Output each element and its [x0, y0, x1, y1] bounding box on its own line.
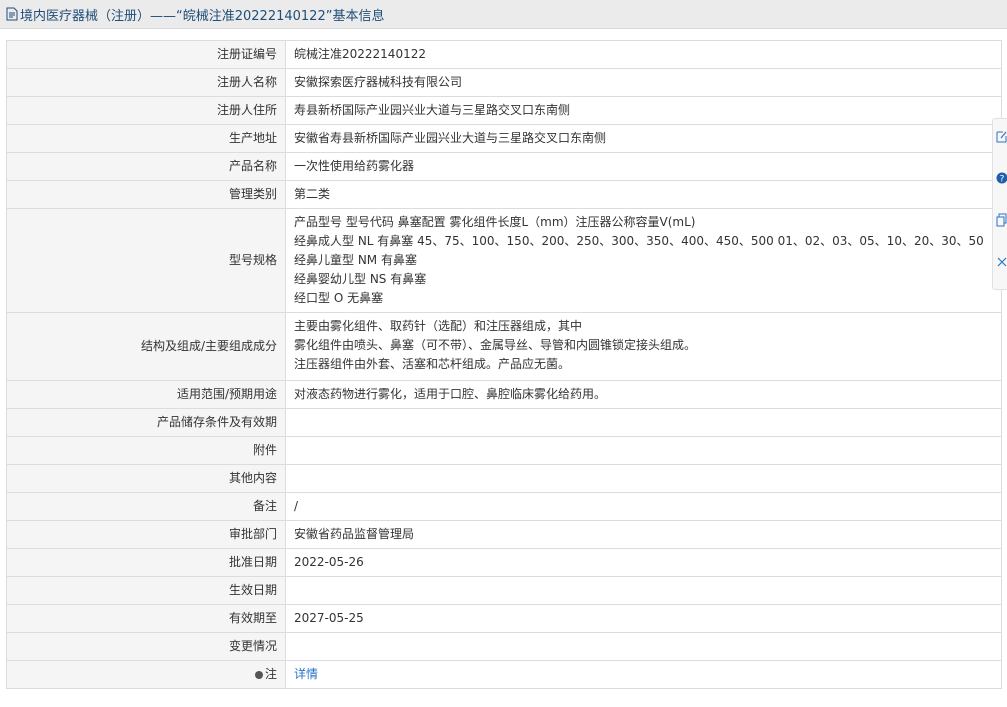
- row-storage: 产品储存条件及有效期: [6, 408, 1002, 437]
- label-attachment: 附件: [6, 436, 286, 465]
- spec-line: 经口型 O 无鼻塞: [294, 291, 384, 305]
- value-reg-no: 皖械注准20222140122: [285, 40, 1002, 69]
- svg-text:?: ?: [1000, 175, 1005, 185]
- value-note: 详情: [285, 660, 1002, 689]
- spec-line: 产品型号 型号代码 鼻塞配置 雾化组件长度L（mm）注压器公称容量V(mL): [294, 215, 696, 229]
- side-toolbar: ?: [992, 118, 1007, 290]
- value-spec: 产品型号 型号代码 鼻塞配置 雾化组件长度L（mm）注压器公称容量V(mL) 经…: [285, 208, 1002, 313]
- label-change-info: 变更情况: [6, 632, 286, 661]
- row-production-addr: 生产地址 安徽省寿县新桥国际产业园兴业大道与三星路交叉口东南侧: [6, 124, 1002, 153]
- value-registrant: 安徽探索医疗器械科技有限公司: [285, 68, 1002, 97]
- label-effective-date: 生效日期: [6, 576, 286, 605]
- value-category: 第二类: [285, 180, 1002, 209]
- row-note: 注 详情: [6, 660, 1002, 689]
- row-approval-dept: 审批部门 安徽省药品监督管理局: [6, 520, 1002, 549]
- label-expiry-date: 有效期至: [6, 604, 286, 633]
- label-note: 注: [6, 660, 286, 689]
- row-effective-date: 生效日期: [6, 576, 1002, 605]
- close-icon[interactable]: [996, 255, 1007, 269]
- row-spec: 型号规格 产品型号 型号代码 鼻塞配置 雾化组件长度L（mm）注压器公称容量V(…: [6, 208, 1002, 313]
- label-registrant-addr: 注册人住所: [6, 96, 286, 125]
- label-approval-dept: 审批部门: [6, 520, 286, 549]
- label-storage: 产品储存条件及有效期: [6, 408, 286, 437]
- help-icon[interactable]: ?: [996, 171, 1007, 185]
- value-attachment: [285, 436, 1002, 465]
- value-approval-date: 2022-05-26: [285, 548, 1002, 577]
- spec-line: 经鼻婴幼儿型 NS 有鼻塞: [294, 272, 427, 286]
- label-structure: 结构及组成/主要组成成分: [6, 312, 286, 381]
- spec-line: 经鼻儿童型 NM 有鼻塞: [294, 253, 417, 267]
- pin-icon: [254, 670, 263, 679]
- label-reg-no: 注册证编号: [6, 40, 286, 69]
- value-structure: 主要由雾化组件、取药针（选配）和注压器组成，其中 雾化组件由喷头、鼻塞（可不带）…: [285, 312, 1002, 381]
- value-change-info: [285, 632, 1002, 661]
- value-production-addr: 安徽省寿县新桥国际产业园兴业大道与三星路交叉口东南侧: [285, 124, 1002, 153]
- label-product-name: 产品名称: [6, 152, 286, 181]
- row-change-info: 变更情况: [6, 632, 1002, 661]
- document-icon: [6, 7, 18, 21]
- value-scope: 对液态药物进行雾化，适用于口腔、鼻腔临床雾化给药用。: [285, 380, 1002, 409]
- value-storage: [285, 408, 1002, 437]
- label-production-addr: 生产地址: [6, 124, 286, 153]
- value-product-name: 一次性使用给药雾化器: [285, 152, 1002, 181]
- note-label-text: 注: [264, 667, 277, 681]
- row-approval-date: 批准日期 2022-05-26: [6, 548, 1002, 577]
- label-approval-date: 批准日期: [6, 548, 286, 577]
- detail-table: 注册证编号 皖械注准20222140122 注册人名称 安徽探索医疗器械科技有限…: [6, 40, 1002, 689]
- label-category: 管理类别: [6, 180, 286, 209]
- label-remark: 备注: [6, 492, 286, 521]
- label-spec: 型号规格: [6, 208, 286, 313]
- edit-icon[interactable]: [996, 129, 1007, 143]
- row-registrant: 注册人名称 安徽探索医疗器械科技有限公司: [6, 68, 1002, 97]
- value-remark: /: [285, 492, 1002, 521]
- label-registrant: 注册人名称: [6, 68, 286, 97]
- spec-line: 经鼻成人型 NL 有鼻塞 45、75、100、150、200、250、300、3…: [294, 234, 984, 248]
- row-other: 其他内容: [6, 464, 1002, 493]
- row-product-name: 产品名称 一次性使用给药雾化器: [6, 152, 1002, 181]
- row-scope: 适用范围/预期用途 对液态药物进行雾化，适用于口腔、鼻腔临床雾化给药用。: [6, 380, 1002, 409]
- page-header: 境内医疗器械（注册）——“皖械注准20222140122”基本信息: [0, 0, 1007, 29]
- row-expiry-date: 有效期至 2027-05-25: [6, 604, 1002, 633]
- value-effective-date: [285, 576, 1002, 605]
- row-category: 管理类别 第二类: [6, 180, 1002, 209]
- value-other: [285, 464, 1002, 493]
- value-registrant-addr: 寿县新桥国际产业园兴业大道与三星路交叉口东南侧: [285, 96, 1002, 125]
- row-reg-no: 注册证编号 皖械注准20222140122: [6, 40, 1002, 69]
- structure-line: 主要由雾化组件、取药针（选配）和注压器组成，其中: [294, 319, 583, 333]
- structure-line: 注压器组件由外套、活塞和芯杆组成。产品应无菌。: [294, 357, 571, 371]
- details-link[interactable]: 详情: [294, 667, 318, 681]
- row-registrant-addr: 注册人住所 寿县新桥国际产业园兴业大道与三星路交叉口东南侧: [6, 96, 1002, 125]
- page-title: 境内医疗器械（注册）——“皖械注准20222140122”基本信息: [20, 8, 385, 24]
- row-remark: 备注 /: [6, 492, 1002, 521]
- label-other: 其他内容: [6, 464, 286, 493]
- value-approval-dept: 安徽省药品监督管理局: [285, 520, 1002, 549]
- structure-line: 雾化组件由喷头、鼻塞（可不带）、金属导丝、导管和内圆锥锁定接头组成。: [294, 338, 697, 352]
- value-expiry-date: 2027-05-25: [285, 604, 1002, 633]
- row-structure: 结构及组成/主要组成成分 主要由雾化组件、取药针（选配）和注压器组成，其中 雾化…: [6, 312, 1002, 381]
- row-attachment: 附件: [6, 436, 1002, 465]
- label-scope: 适用范围/预期用途: [6, 380, 286, 409]
- copy-icon[interactable]: [996, 213, 1007, 227]
